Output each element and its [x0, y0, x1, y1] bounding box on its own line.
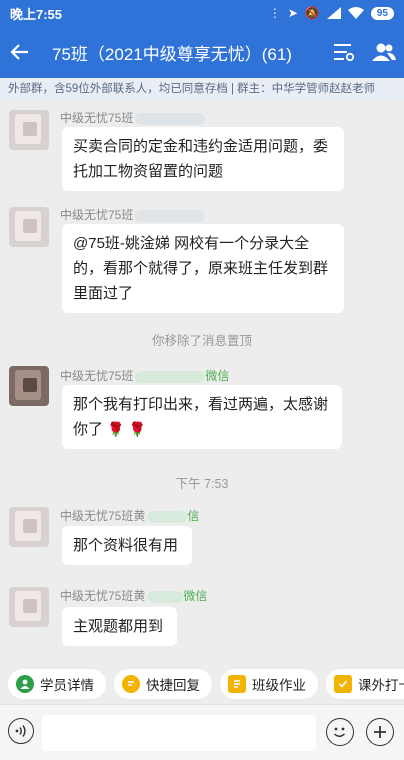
group-info-bar: 外部群，含59位外部联系人，均已同意存档 | 群主：中华学管师赵赵老师: [0, 78, 404, 101]
avatar[interactable]: [9, 110, 49, 150]
emoji-button[interactable]: [326, 718, 354, 746]
notebook-icon: [228, 675, 246, 693]
voice-icon: [15, 725, 26, 737]
input-bar: [0, 704, 404, 760]
battery-icon: 95: [370, 6, 394, 20]
signal-icon: [326, 7, 341, 19]
back-button[interactable]: [0, 26, 40, 78]
location-icon: ➤: [287, 6, 298, 20]
wifi-icon: [347, 7, 364, 19]
message-bubble[interactable]: 买卖合同的定金和违约金适用问题，委托加工物资留置的问题: [62, 127, 344, 191]
person-icon: [16, 675, 34, 693]
avatar[interactable]: [9, 587, 49, 627]
avatar[interactable]: [9, 507, 49, 547]
chat-header: 75班（2021中级尊享无忧）(61): [0, 26, 404, 78]
list-settings-icon: [334, 44, 355, 62]
message-bubble[interactable]: 那个我有打印出来，看过两遍，太感谢你了 🌹 🌹: [62, 385, 342, 449]
sender-name: 中级无忧75班黄 微信: [60, 589, 208, 603]
voice-input-button[interactable]: [8, 718, 34, 744]
group-members-icon: [372, 43, 396, 61]
avatar[interactable]: [9, 207, 49, 247]
more-dots-icon: ⋮: [268, 6, 281, 20]
student-details-button[interactable]: 学员详情: [8, 669, 106, 699]
message-bubble[interactable]: 那个资料很有用: [62, 526, 192, 565]
chat-title: 75班（2021中级尊享无忧）(61): [52, 44, 292, 64]
message-input[interactable]: [42, 715, 316, 751]
quick-reply-button[interactable]: 快捷回复: [114, 669, 212, 699]
sender-name: 中级无忧75班黄信: [60, 509, 200, 523]
sender-name: 中级无忧75班: [60, 206, 206, 223]
back-arrow-icon: [10, 44, 28, 60]
status-bar: 晚上7:55 ⋮ ➤ 🔕 95: [0, 0, 404, 26]
group-members-button[interactable]: [364, 26, 404, 78]
class-homework-button[interactable]: 班级作业: [220, 669, 318, 699]
status-time: 晚上7:55: [10, 6, 63, 22]
mute-icon: 🔕: [304, 6, 320, 20]
checkin-button[interactable]: 课外打卡: [326, 669, 404, 699]
rose-emoji-icon: 🌹: [128, 421, 147, 437]
more-actions-button[interactable]: [366, 718, 394, 746]
message-bubble[interactable]: 主观题都用到: [62, 607, 177, 646]
timestamp-divider: 下午 7:53: [175, 477, 229, 491]
sender-name: 中级无忧75班 微信: [60, 369, 230, 383]
smiley-icon: [333, 727, 346, 737]
plus-icon: [374, 726, 386, 738]
status-icons: ⋮ ➤ 🔕 95: [269, 6, 394, 20]
chat-bubble-icon: [122, 675, 140, 693]
quick-action-bar: 学员详情 快捷回复 班级作业 课外打卡: [0, 664, 404, 704]
system-notice: 你移除了消息置顶: [151, 334, 252, 348]
message-bubble[interactable]: @75班-姚淦娣 网校有一个分录大全的，看那个就得了，原来班主任发到群里面过了: [62, 224, 344, 313]
rose-emoji-icon: 🌹: [107, 421, 125, 437]
sender-name: 中级无忧75班: [60, 109, 206, 126]
avatar[interactable]: [9, 366, 49, 406]
checkmark-icon: [334, 675, 352, 693]
chat-menu-button[interactable]: [324, 26, 364, 78]
